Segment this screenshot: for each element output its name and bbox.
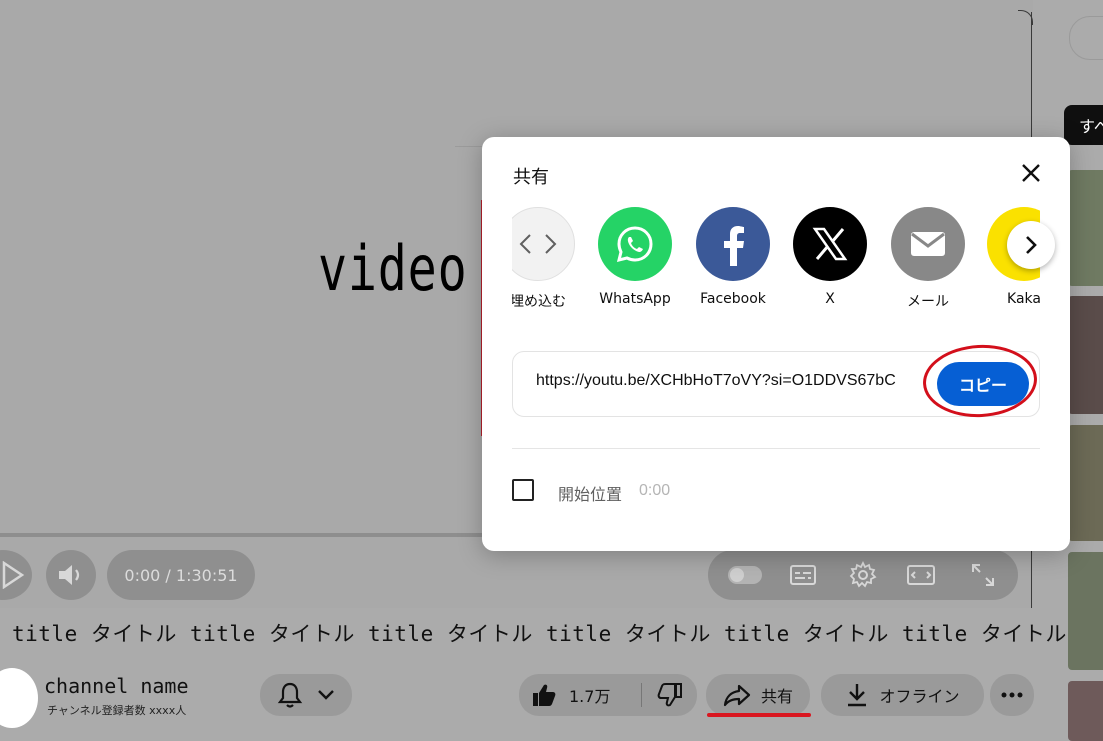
thumbs-down-icon	[657, 683, 682, 707]
more-actions-button[interactable]	[990, 674, 1034, 716]
sidebar-chip-all[interactable]: すべ	[1064, 105, 1103, 145]
download-button[interactable]: オフライン	[821, 674, 984, 716]
download-icon	[848, 684, 867, 707]
sidebar-thumbnail[interactable]	[1068, 681, 1103, 741]
volume-button[interactable]	[46, 550, 96, 600]
share-target-x[interactable]: X	[785, 207, 875, 307]
play-button[interactable]	[0, 550, 32, 600]
fullscreen-icon	[972, 564, 994, 586]
settings-button[interactable]	[848, 560, 878, 590]
start-at-label: 開始位置	[558, 485, 623, 504]
x-icon	[793, 207, 867, 281]
share-targets-row: 埋め込む WhatsApp Facebook X メール Kaka	[512, 207, 1040, 317]
fullscreen-button[interactable]	[968, 560, 998, 590]
dislike-button[interactable]	[642, 674, 697, 716]
share-button[interactable]: 共有	[706, 674, 810, 716]
dialog-divider	[512, 448, 1040, 449]
share-target-label: WhatsApp	[599, 291, 671, 307]
share-target-whatsapp[interactable]: WhatsApp	[590, 207, 680, 307]
like-count: 1.7万	[569, 687, 611, 706]
dialog-title: 共有	[513, 167, 549, 188]
close-icon	[1022, 164, 1040, 182]
share-dialog: 共有 埋め込む WhatsApp Facebook X メール Kaka htt…	[482, 137, 1070, 551]
sidebar-thumbnail[interactable]	[1068, 170, 1103, 286]
share-target-label: メール	[907, 294, 949, 310]
video-panel-edge	[455, 146, 485, 147]
video-placeholder-text: video	[318, 232, 468, 305]
play-icon	[2, 561, 25, 589]
facebook-icon	[696, 207, 770, 281]
share-target-label: Facebook	[700, 291, 766, 307]
share-target-label: X	[825, 291, 835, 307]
sidebar-thumbnail[interactable]	[1068, 552, 1103, 670]
start-at-time: 0:00	[639, 482, 671, 499]
bell-icon	[277, 682, 303, 708]
channel-name[interactable]: channel name	[44, 674, 189, 698]
notification-bell-button[interactable]	[260, 674, 352, 716]
next-arrow-button[interactable]	[1007, 221, 1055, 269]
share-label: 共有	[760, 687, 793, 706]
like-dislike-group: 1.7万	[519, 674, 697, 716]
like-button[interactable]: 1.7万	[519, 674, 641, 716]
autoplay-toggle[interactable]	[728, 566, 762, 584]
share-target-embed[interactable]: 埋め込む	[512, 207, 583, 311]
share-red-underline	[707, 713, 811, 717]
close-button[interactable]	[1015, 157, 1047, 189]
volume-icon	[59, 565, 80, 585]
share-target-email[interactable]: メール	[883, 207, 973, 311]
thumbs-up-icon	[533, 684, 556, 706]
share-target-facebook[interactable]: Facebook	[688, 207, 778, 307]
channel-avatar[interactable]	[0, 668, 38, 728]
sidebar-search-box[interactable]	[1069, 16, 1103, 60]
gear-icon	[849, 561, 877, 588]
embed-icon	[512, 207, 575, 281]
chevron-down-icon	[318, 690, 334, 700]
share-url-text[interactable]: https://youtu.be/XCHbHoT7oVY?si=O1DDVS67…	[536, 372, 936, 390]
sidebar-thumbnail[interactable]	[1068, 296, 1103, 414]
start-at-checkbox[interactable]	[512, 479, 534, 501]
more-horizontal-icon	[1001, 692, 1023, 698]
subtitles-icon	[790, 565, 816, 585]
share-target-label: 埋め込む	[512, 294, 566, 310]
subtitles-button[interactable]	[788, 560, 818, 590]
mail-icon	[891, 207, 965, 281]
sidebar-thumbnail[interactable]	[1068, 425, 1103, 541]
subscriber-count: チャンネル登録者数 xxxx人	[47, 704, 187, 717]
share-target-label: Kaka	[1007, 291, 1040, 307]
theater-icon	[907, 565, 935, 585]
whatsapp-icon	[598, 207, 672, 281]
chevron-right-icon	[1026, 236, 1037, 254]
player-right-controls	[708, 550, 1018, 600]
video-title: title タイトル title タイトル title タイトル title タ…	[12, 622, 1067, 646]
share-arrow-icon	[723, 684, 751, 707]
time-display: 0:00 / 1:30:51	[107, 550, 255, 600]
theater-mode-button[interactable]	[906, 560, 936, 590]
download-label: オフライン	[879, 687, 960, 706]
